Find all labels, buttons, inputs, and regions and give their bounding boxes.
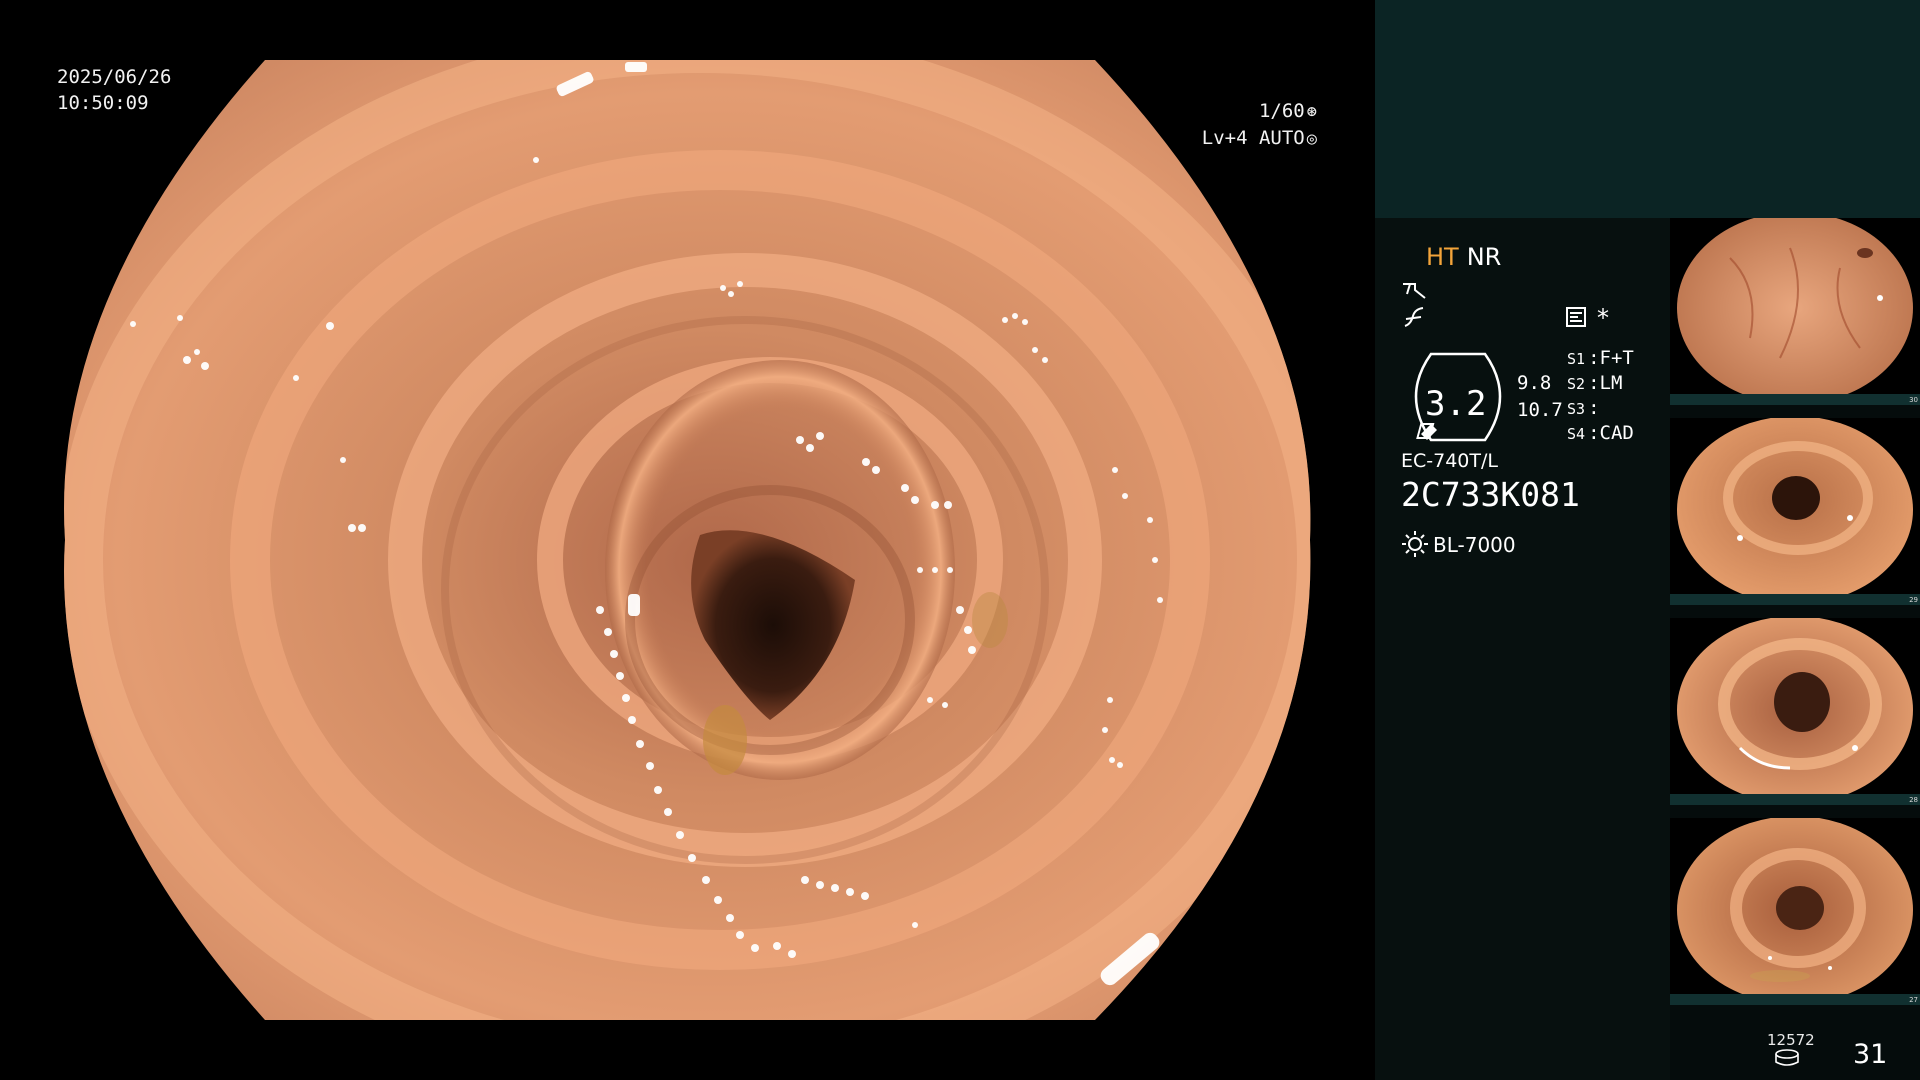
- record-count: 12572: [1767, 1031, 1815, 1049]
- mode-nr-label: NR: [1466, 243, 1502, 271]
- enhance-curve-icon: [1403, 283, 1426, 299]
- gauge-side-value-1: 9.8: [1517, 372, 1552, 394]
- thumbnail-item[interactable]: 29: [1670, 418, 1920, 605]
- sun-icon: [1402, 531, 1428, 557]
- thumbnail-number: 29: [1909, 596, 1918, 604]
- time-text: 10:50:09: [57, 92, 149, 114]
- top-strip: [1375, 0, 1920, 218]
- mode-ht-label: HT: [1426, 243, 1459, 271]
- endoscopy-screen: 2025/06/26 10:50:09 1/60 ⊛ Lv+4 AUTO ◎ HT N…: [0, 0, 1920, 1080]
- frame-count: 31: [1853, 1039, 1888, 1070]
- slot-key: S1: [1567, 350, 1586, 368]
- slot-s4: S4:CAD: [1567, 422, 1634, 444]
- date-time-display: 2025/06/26 10:50:09: [57, 64, 171, 116]
- thumbnail-item[interactable]: 30: [1670, 218, 1920, 405]
- memo-icon: [1566, 307, 1586, 327]
- exposure-display: 1/60 ⊛ Lv+4 AUTO ◎: [1202, 98, 1317, 152]
- slot-key: S2: [1567, 375, 1586, 393]
- thumbnail-bar: [1670, 994, 1920, 1005]
- light-level-text: Lv+4: [1201, 127, 1248, 149]
- storage-icon: [1775, 1049, 1799, 1066]
- thumbnail-item[interactable]: 28: [1670, 618, 1920, 805]
- slot-value: CAD: [1599, 422, 1634, 444]
- aperture-icon: ⊛: [1306, 102, 1317, 122]
- endoscope-image: [64, 60, 1311, 1020]
- thumbnail-number: 27: [1909, 996, 1918, 1004]
- exposure-mode-text: AUTO: [1258, 127, 1305, 149]
- thumbnail-bar: [1670, 394, 1920, 405]
- shutter-speed-text: 1/60: [1258, 100, 1305, 122]
- endoscope-view: 2025/06/26 10:50:09 1/60 ⊛ Lv+4 AUTO ◎: [0, 0, 1375, 1080]
- slot-value: LM: [1599, 372, 1623, 394]
- asterisk-mark: *: [1597, 304, 1609, 332]
- slot-s2: S2:LM: [1567, 372, 1623, 394]
- date-text: 2025/06/26: [57, 66, 172, 88]
- target-icon: ◎: [1306, 129, 1317, 149]
- slot-key: S4: [1567, 425, 1586, 443]
- thumbnail-bar: [1670, 794, 1920, 805]
- mode-row: HT NR: [1426, 243, 1501, 271]
- thumbnail-number: 28: [1909, 796, 1918, 804]
- thumbnail-bar: [1670, 594, 1920, 605]
- thumbnail-number: 30: [1909, 396, 1918, 404]
- right-panel: HT NR * 3.2 9.8 10.7 S1:F+T S2:LM S3: …: [1375, 0, 1920, 1080]
- scope-tip-icon: [1416, 423, 1437, 440]
- gauge-side-value-2: 10.7: [1517, 399, 1563, 421]
- color-curve-icon: [1404, 307, 1424, 327]
- scope-serial: 2C733K081: [1401, 475, 1580, 514]
- thumbnail-item[interactable]: 27: [1670, 818, 1920, 1005]
- slot-value: F+T: [1599, 347, 1634, 369]
- thumbnail-column: 30 29 28 27: [1670, 218, 1920, 1014]
- gauge-value: 3.2: [1425, 384, 1487, 424]
- light-source-model: BL-7000: [1433, 533, 1516, 557]
- scope-model: EC-740T/L: [1401, 450, 1498, 472]
- slot-key: S3: [1567, 400, 1586, 418]
- slot-s3: S3:: [1567, 397, 1600, 419]
- slot-s1: S1:F+T: [1567, 347, 1634, 369]
